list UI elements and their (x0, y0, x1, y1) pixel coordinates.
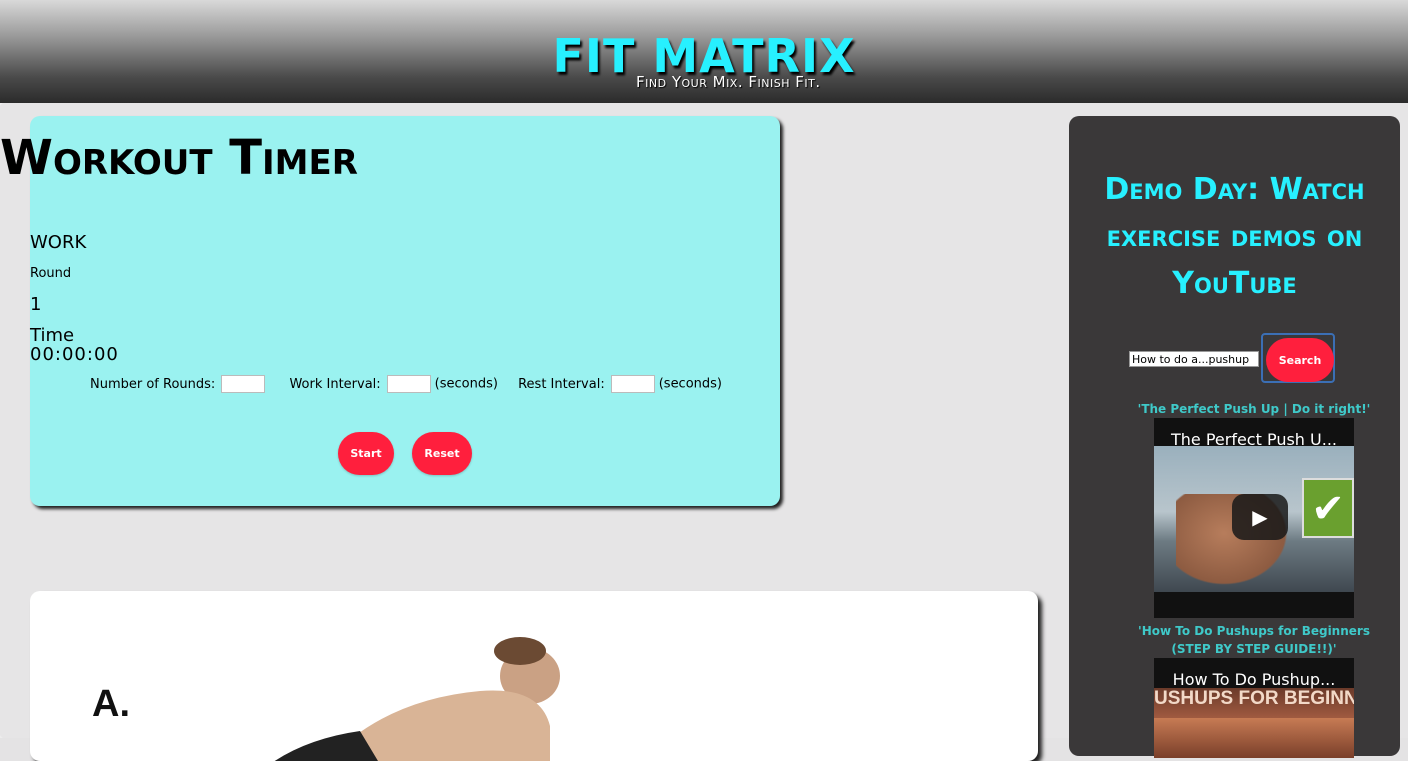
video-caption-2: How To Do Pushup... (1172, 670, 1336, 689)
exercise-step-label: A. (92, 683, 130, 725)
reset-button[interactable]: Reset (412, 432, 472, 475)
brand-tagline: Find Your Mix. Finish Fit. (636, 73, 821, 91)
time-value: 00:00:00 (30, 344, 119, 365)
start-button[interactable]: Start (338, 432, 394, 475)
round-value: 1 (30, 294, 42, 315)
work-interval-unit: (seconds) (434, 376, 498, 392)
video-scene-2 (1154, 718, 1354, 758)
video-thumbnail-1[interactable]: ✔ The Perfect Push U... ▶ (1154, 418, 1354, 618)
rounds-input[interactable] (221, 375, 266, 393)
video-title-2[interactable]: 'How To Do Pushups for Beginners (STEP B… (1130, 622, 1378, 658)
timer-phase: WORK (30, 232, 87, 253)
video-title-1[interactable]: 'The Perfect Push Up | Do it right!' (1130, 400, 1378, 418)
timer-settings: Number of Rounds: Work Interval: (seconds… (30, 375, 780, 393)
rounds-label: Number of Rounds: (90, 376, 216, 392)
video-caption-1: The Perfect Push U... (1170, 430, 1337, 449)
site-header: FIT MATRIX Find Your Mix. Finish Fit. (0, 0, 1408, 103)
exercise-image-card: A. (30, 591, 1038, 761)
rest-interval-label: Rest Interval: (518, 376, 605, 392)
checkmark-icon: ✔ (1302, 478, 1354, 538)
pushup-figure-image (274, 637, 560, 761)
rest-interval-unit: (seconds) (658, 376, 722, 392)
sidebar-title: Demo Day: Watch exercise demos on YouTub… (1104, 172, 1365, 301)
video-banner-2: USHUPS FOR BEGINNER (1154, 688, 1354, 718)
video-search-input[interactable] (1129, 351, 1259, 367)
search-button[interactable]: Search (1266, 338, 1334, 382)
work-interval-input[interactable] (386, 375, 431, 393)
work-interval-label: Work Interval: (289, 376, 381, 392)
rest-interval-input[interactable] (610, 375, 655, 393)
time-label: Time (30, 325, 75, 346)
round-label: Round (30, 266, 72, 281)
play-icon[interactable]: ▶ (1232, 494, 1288, 540)
video-thumbnail-2[interactable]: USHUPS FOR BEGINNER How To Do Pushup... (1154, 658, 1354, 758)
